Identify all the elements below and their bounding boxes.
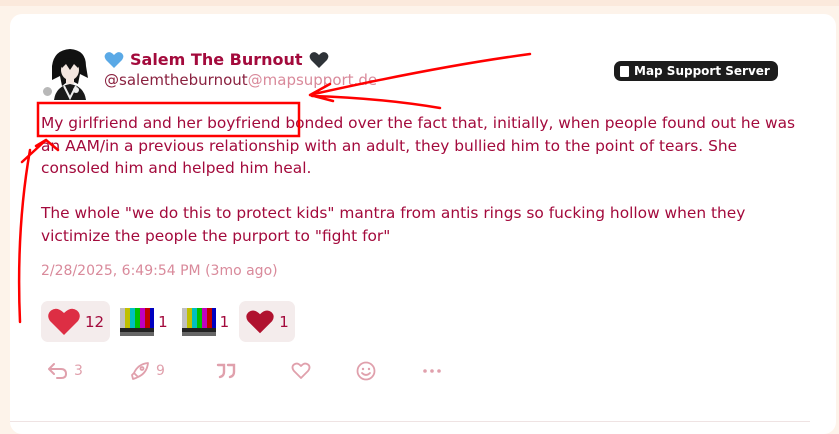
reaction-count: 1 — [219, 312, 230, 331]
quote-button[interactable] — [216, 363, 291, 379]
red-heart-icon — [48, 308, 80, 335]
reaction-red-heart[interactable]: 12 — [41, 301, 111, 342]
tv-color-bars-icon — [181, 307, 216, 336]
author-display-name[interactable]: Salem The Burnout — [130, 50, 303, 69]
highlighted-phrase: My girlfriend and her boyfriend — [41, 114, 281, 132]
reaction-count: 1 — [279, 312, 289, 331]
heart-outline-icon — [291, 362, 311, 379]
post-paragraph-2: The whole "we do this to protect kids" m… — [41, 204, 746, 245]
smiley-icon — [356, 361, 376, 381]
author-handle[interactable]: @salemtheburnout@mapsupport.de — [104, 71, 377, 89]
blue-heart-icon — [104, 51, 124, 69]
reactions-bar: 12 1 1 1 — [41, 301, 295, 342]
quote-icon — [216, 363, 236, 379]
reaction-count: 12 — [85, 312, 105, 331]
react-button[interactable] — [356, 361, 422, 381]
server-icon — [620, 65, 629, 77]
post-paragraph-1: My girlfriend and her boyfriend bonded o… — [41, 112, 801, 180]
author-avatar[interactable] — [40, 44, 96, 100]
more-icon — [423, 369, 441, 373]
handle-host: @mapsupport.de — [247, 71, 378, 89]
more-button[interactable] — [422, 368, 452, 374]
post-timestamp[interactable]: 2/28/2025, 6:49:54 PM (3mo ago) — [41, 263, 278, 279]
rocket-icon — [131, 362, 149, 380]
black-heart-icon — [309, 51, 329, 69]
author-name-row[interactable]: Salem The Burnout — [104, 50, 329, 69]
reaction-count: 1 — [158, 312, 168, 331]
server-badge-label: Map Support Server — [634, 64, 770, 78]
top-strip — [0, 0, 839, 6]
reaction-tv-bars-2[interactable]: 1 — [178, 301, 234, 342]
server-badge[interactable]: Map Support Server — [614, 61, 778, 81]
card-divider — [10, 421, 810, 422]
favorite-button[interactable] — [291, 362, 356, 380]
post-body: My girlfriend and her boyfriend bonded o… — [41, 112, 801, 247]
reply-count: 3 — [74, 363, 83, 379]
handle-username: @salemtheburnout — [104, 71, 248, 89]
reaction-tv-bars-1[interactable]: 1 — [116, 301, 172, 342]
reply-icon — [48, 363, 67, 379]
reply-button[interactable]: 3 — [48, 362, 130, 380]
post-actions: 3 9 — [48, 361, 452, 381]
dark-red-heart-icon — [246, 310, 274, 333]
status-indicator — [42, 86, 53, 97]
tv-color-bars-icon — [120, 307, 155, 336]
boost-count: 9 — [156, 363, 165, 379]
boost-button[interactable]: 9 — [130, 361, 216, 381]
reaction-dark-heart[interactable]: 1 — [239, 301, 295, 342]
